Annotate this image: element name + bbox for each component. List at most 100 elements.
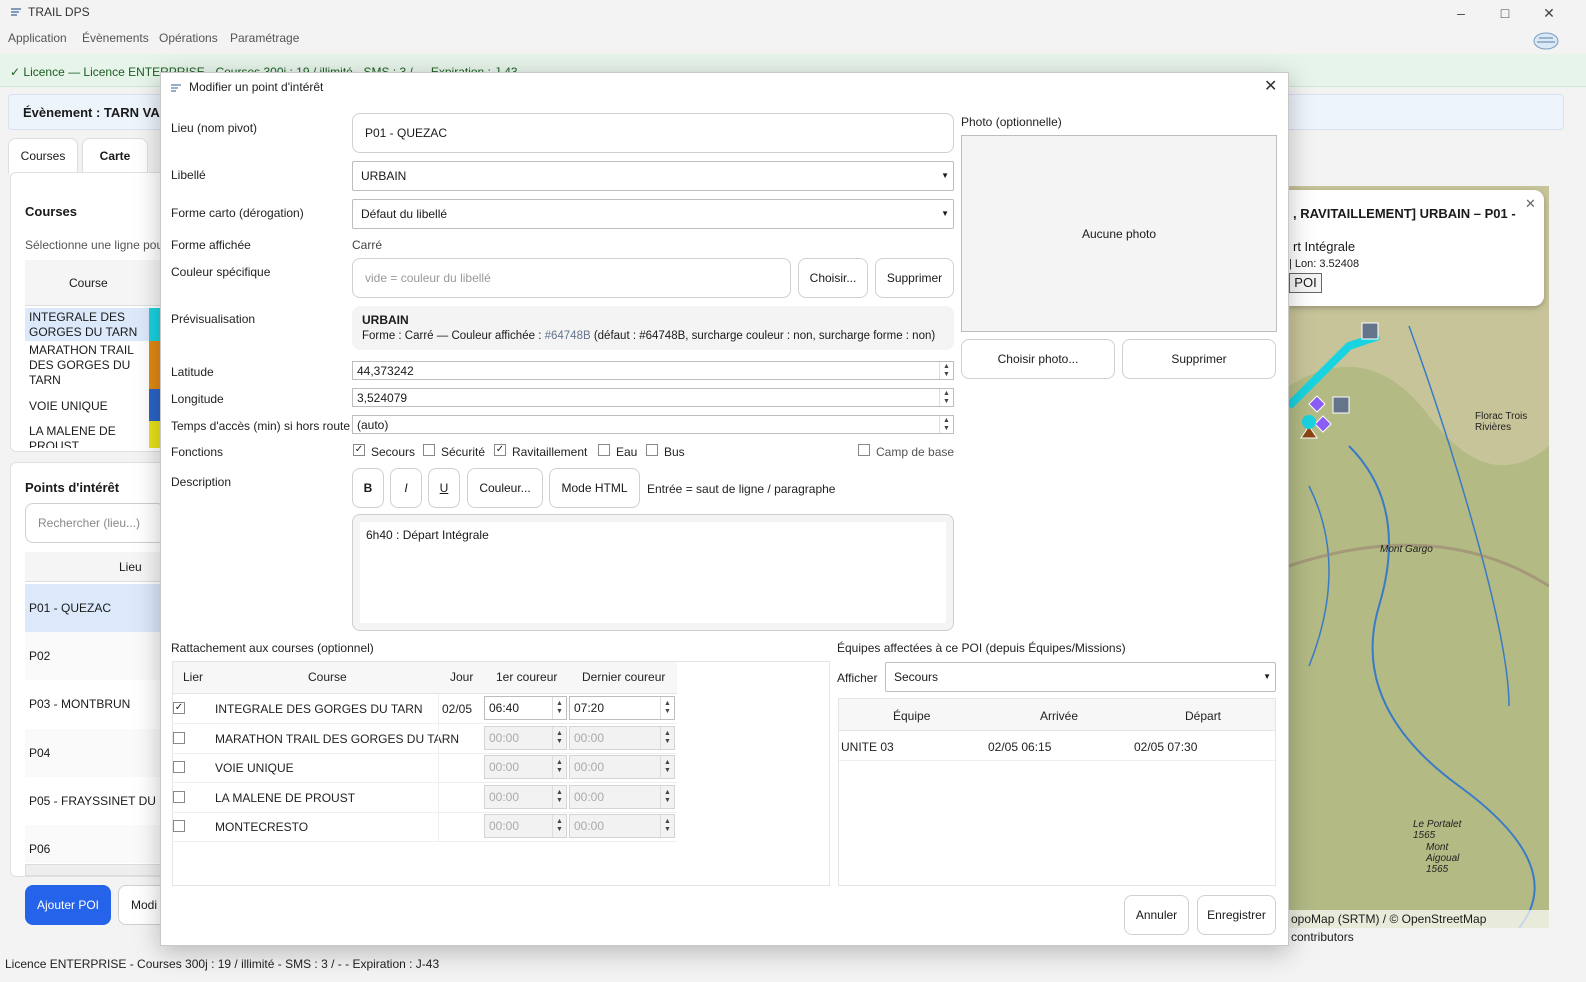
eau-checkbox[interactable] <box>598 444 610 456</box>
camp-checkbox[interactable] <box>858 444 870 456</box>
spin-arrows-icon[interactable]: ▲ ▼ <box>552 815 566 838</box>
spin-arrows-icon[interactable]: ▲ ▼ <box>552 785 566 808</box>
save-button[interactable]: Enregistrer <box>1197 895 1276 935</box>
spin-arrows-icon[interactable]: ▲ ▼ <box>660 785 674 808</box>
choose-photo-button[interactable]: Choisir photo... <box>961 339 1115 379</box>
couleur-label: Couleur spécifique <box>171 265 271 279</box>
map-popup-line1: rt Intégrale <box>1293 239 1356 254</box>
first-runner-time-input[interactable]: 00:00 ▲ ▼ <box>484 784 567 809</box>
depart-cell: 02/05 07:30 <box>1134 740 1198 754</box>
table-row[interactable]: P05 - FRAYSSINET DU PO <box>25 777 165 825</box>
last-runner-time-input[interactable]: 00:00 ▲ ▼ <box>569 784 675 809</box>
choose-color-button[interactable]: Choisir... <box>798 258 868 298</box>
spin-arrows-icon[interactable]: ▲ ▼ <box>552 756 566 779</box>
spin-arrows-icon[interactable]: ▲ ▼ <box>660 726 674 749</box>
spin-arrows-icon[interactable]: ▲ ▼ <box>660 697 674 719</box>
first-runner-time-input[interactable]: 00:00 ▲ ▼ <box>484 814 567 839</box>
course-cell: INTEGRALE DES GORGES DU TARN <box>215 702 423 716</box>
afficher-select[interactable]: Secours ▼ <box>885 662 1276 692</box>
spin-arrows-icon[interactable]: ▲ ▼ <box>939 362 953 379</box>
list-item[interactable]: MARATHON TRAIL DES GORGES DU TARN <box>25 341 165 389</box>
first-runner-time-input[interactable]: 00:00 ▲ ▼ <box>484 755 567 780</box>
maximize-icon[interactable]: □ <box>1490 2 1520 24</box>
last-runner-time-value: 00:00 <box>574 730 605 745</box>
secours-label: Secours <box>371 445 416 459</box>
secours-checkbox[interactable]: ✓ <box>353 444 365 456</box>
table-row[interactable]: P03 - MONTBRUN <box>25 680 165 728</box>
text-color-button[interactable]: Couleur... <box>467 468 543 508</box>
map-popup-poi-button[interactable]: POI <box>1289 273 1322 293</box>
bus-checkbox[interactable] <box>646 444 658 456</box>
list-item[interactable]: VOIE UNIQUE <box>25 397 165 421</box>
forme-select[interactable]: Défaut du libellé ▼ <box>352 199 954 229</box>
table-row[interactable]: P06 <box>25 825 165 863</box>
link-course-checkbox[interactable] <box>173 790 185 803</box>
menu-evenements[interactable]: Évènements <box>82 31 149 45</box>
list-item[interactable]: INTEGRALE DES GORGES DU TARN <box>25 308 165 341</box>
add-poi-button[interactable]: Ajouter POI <box>25 885 111 925</box>
couleur-input[interactable]: vide = couleur du libellé <box>352 258 791 298</box>
column-divider <box>438 812 439 842</box>
last-runner-time-input[interactable]: 00:00 ▲ ▼ <box>569 725 675 750</box>
bold-button[interactable]: B <box>352 468 384 508</box>
map-attribution: opoMap (SRTM) / © OpenStreetMap contribu… <box>1289 910 1549 944</box>
libelle-select[interactable]: URBAIN ▼ <box>352 161 954 191</box>
last-runner-time-input[interactable]: 00:00 ▲ ▼ <box>569 814 675 839</box>
logo-icon <box>1532 30 1560 52</box>
italic-button[interactable]: I <box>390 468 422 508</box>
horizontal-scrollbar[interactable] <box>25 864 165 876</box>
minimize-icon[interactable]: – <box>1446 2 1476 24</box>
underline-button[interactable]: U <box>428 468 460 508</box>
poi-search-input[interactable]: Rechercher (lieu...) <box>25 503 165 543</box>
spin-arrows-icon[interactable]: ▲ ▼ <box>939 389 953 406</box>
preview-box: URBAIN Forme : Carré — Couleur affichée … <box>352 306 954 350</box>
menu-application[interactable]: Application <box>8 31 67 45</box>
link-course-checkbox[interactable] <box>173 731 185 744</box>
delete-color-button[interactable]: Supprimer <box>875 258 954 298</box>
table-row[interactable]: P04 <box>25 729 165 777</box>
menu-operations[interactable]: Opérations <box>159 31 218 45</box>
spin-arrows-icon[interactable]: ▲ ▼ <box>939 416 953 433</box>
cancel-button[interactable]: Annuler <box>1124 895 1189 935</box>
lieu-input[interactable]: P01 - QUEZAC <box>352 113 954 153</box>
first-runner-time-input[interactable]: 06:40 ▲ ▼ <box>484 696 567 720</box>
tab-courses[interactable]: Courses <box>8 138 78 174</box>
poi-column: Lieu <box>119 560 142 574</box>
col-course: Course <box>308 670 347 684</box>
delete-photo-button[interactable]: Supprimer <box>1122 339 1276 379</box>
link-course-checkbox[interactable]: ✓ <box>173 702 185 714</box>
description-editor[interactable]: 6h40 : Départ Intégrale <box>352 514 954 631</box>
close-window-icon[interactable]: ✕ <box>1534 2 1564 24</box>
event-title: Évènement : TARN VAL <box>23 105 168 120</box>
lieu-label: Lieu (nom pivot) <box>171 121 258 135</box>
link-course-checkbox[interactable] <box>173 761 185 774</box>
longitude-spinbox[interactable]: 3,524079 ▲ ▼ <box>352 388 954 407</box>
ravitaillement-checkbox[interactable]: ✓ <box>494 444 506 456</box>
spin-arrows-icon[interactable]: ▲ ▼ <box>552 726 566 749</box>
course-cell: MONTECRESTO <box>215 820 309 835</box>
menu-parametrage[interactable]: Paramétrage <box>230 31 299 45</box>
equipes-title: Équipes affectées à ce POI (depuis Équip… <box>837 641 1126 655</box>
eau-label: Eau <box>616 445 638 459</box>
html-mode-button[interactable]: Mode HTML <box>549 468 640 508</box>
table-row[interactable]: P01 - QUEZAC <box>25 584 165 632</box>
spin-arrows-icon[interactable]: ▲ ▼ <box>660 756 674 779</box>
first-runner-time-input[interactable]: 00:00 ▲ ▼ <box>484 725 567 750</box>
latitude-spinbox[interactable]: 44,373242 ▲ ▼ <box>352 361 954 380</box>
last-runner-time-value: 00:00 <box>574 789 605 804</box>
securite-checkbox[interactable] <box>423 444 435 456</box>
spin-arrows-icon[interactable]: ▲ ▼ <box>552 697 566 719</box>
chevron-down-icon: ▼ <box>941 209 949 218</box>
acces-spinbox[interactable]: (auto) ▲ ▼ <box>352 415 954 434</box>
format-hint: Entrée = saut de ligne / paragraphe <box>647 482 836 496</box>
table-row[interactable]: P02 <box>25 632 165 680</box>
spin-arrows-icon[interactable]: ▲ ▼ <box>660 815 674 838</box>
link-course-checkbox[interactable] <box>173 820 185 833</box>
list-item[interactable]: LA MALENE DE PROUST <box>25 422 165 448</box>
dialog-close-icon[interactable]: ✕ <box>1264 76 1277 96</box>
tab-carte[interactable]: Carte <box>82 138 148 174</box>
last-runner-time-input[interactable]: 07:20 ▲ ▼ <box>569 696 675 720</box>
last-runner-time-input[interactable]: 00:00 ▲ ▼ <box>569 755 675 780</box>
popup-close-icon[interactable]: ✕ <box>1525 196 1536 212</box>
table-row[interactable] <box>839 732 1275 761</box>
